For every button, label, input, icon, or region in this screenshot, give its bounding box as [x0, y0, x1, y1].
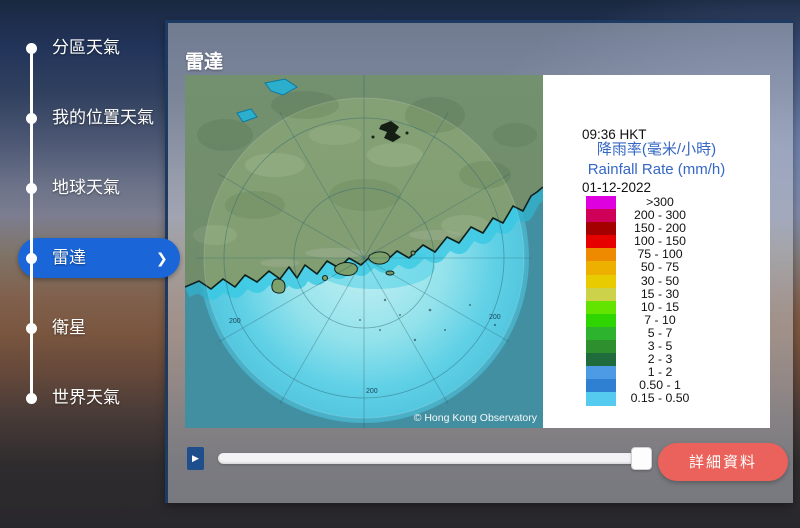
scale-color-swatch: [586, 274, 616, 288]
scale-range-label: 50 - 75: [640, 260, 680, 275]
scale-range-label: 10 - 15: [640, 299, 680, 314]
panel-border: [165, 20, 793, 23]
timeline-dot-icon: [26, 112, 37, 124]
ring-label: 200: [229, 318, 241, 325]
scale-color-swatch: [586, 392, 616, 406]
scale-color-swatch: [586, 287, 616, 301]
timeline-dot-icon: [26, 42, 37, 54]
legend-title-en: Rainfall Rate (mm/h): [587, 161, 726, 178]
scale-color-swatch: [586, 209, 616, 223]
timeline-line: [30, 48, 33, 398]
sidebar-item-label: 地球天氣: [52, 178, 120, 197]
scale-color-swatch: [586, 235, 616, 249]
map-copyright: © Hong Kong Observatory: [414, 412, 538, 424]
scale-color-swatch: [586, 261, 616, 275]
legend-scale: >300 200 - 300 150 - 200 100 - 150 75 - …: [543, 195, 770, 406]
radar-map-image[interactable]: 200 200 200 © Hong Kong Observatory: [185, 75, 543, 428]
legend-scale-row: 7 - 10: [543, 312, 770, 327]
scale-color-swatch: [586, 248, 616, 262]
play-button[interactable]: ▶: [187, 447, 204, 470]
sidebar-item[interactable]: 衛星: [0, 308, 190, 348]
sidebar-item[interactable]: 雷達 ❯: [0, 238, 190, 278]
sidebar-item[interactable]: 分區天氣: [0, 28, 190, 68]
scale-range-label: 7 - 10: [644, 312, 676, 327]
legend-title-zh: 降雨率(毫米/小時): [596, 141, 717, 158]
timeline-dot-icon: [26, 392, 37, 404]
scale-color-swatch: [586, 340, 616, 354]
legend-scale-row: 10 - 15: [543, 299, 770, 314]
legend-scale-row: 0.15 - 0.50: [543, 391, 770, 406]
timeline-dot-icon: [26, 322, 37, 334]
chevron-right-icon: ❯: [156, 250, 168, 266]
scale-range-label: 15 - 30: [640, 286, 680, 301]
legend-scale-row: 15 - 30: [543, 286, 770, 301]
details-button[interactable]: 詳細資料: [658, 443, 788, 481]
radar-map-svg: 200 200 200 © Hong Kong Observatory: [185, 75, 543, 428]
rainfall-legend: 09:36 HKT 01-12-2022 降雨率(毫米/小時) Rainfall…: [543, 75, 770, 428]
animation-slider-track[interactable]: [218, 453, 640, 464]
ring-label: 200: [366, 388, 378, 395]
scale-range-label: 0.15 - 0.50: [630, 391, 690, 406]
sidebar-item[interactable]: 我的位置天氣: [0, 98, 190, 138]
sidebar-menu: 分區天氣 我的位置天氣 地球天氣 雷達 ❯ 衛星 世界天氣: [0, 0, 190, 528]
scale-color-swatch: [586, 379, 616, 393]
page-title: 雷達: [185, 51, 224, 73]
sidebar-item-label: 分區天氣: [52, 38, 120, 57]
legend-scale-row: 50 - 75: [543, 260, 770, 275]
scale-color-swatch: [586, 326, 616, 341]
play-icon: ▶: [192, 453, 199, 463]
animation-slider-handle[interactable]: [631, 447, 652, 470]
ring-label: 200: [489, 314, 501, 321]
legend-scale-row: 30 - 50: [543, 273, 770, 288]
sidebar-item-label: 衛星: [52, 318, 86, 337]
scale-color-swatch: [586, 222, 616, 236]
sidebar-item-label: 我的位置天氣: [52, 108, 154, 127]
timeline-dot-icon: [26, 252, 37, 264]
scale-color-swatch: [586, 353, 616, 367]
scale-color-swatch: [586, 196, 616, 210]
sidebar-item[interactable]: 地球天氣: [0, 168, 190, 208]
sidebar-item-label: 世界天氣: [52, 388, 120, 407]
radar-panel: 雷達 200 200 200 © Hong Kong Observatory 0…: [165, 20, 793, 503]
sidebar-item-label: 雷達: [52, 248, 86, 267]
scale-color-swatch: [586, 300, 616, 314]
scale-color-swatch: [586, 366, 616, 380]
sidebar-item[interactable]: 世界天氣: [0, 378, 190, 418]
timeline-dot-icon: [26, 182, 37, 194]
scale-color-swatch: [586, 313, 616, 327]
legend-date-value: 01-12-2022: [582, 179, 652, 195]
scale-range-label: 30 - 50: [640, 273, 680, 288]
